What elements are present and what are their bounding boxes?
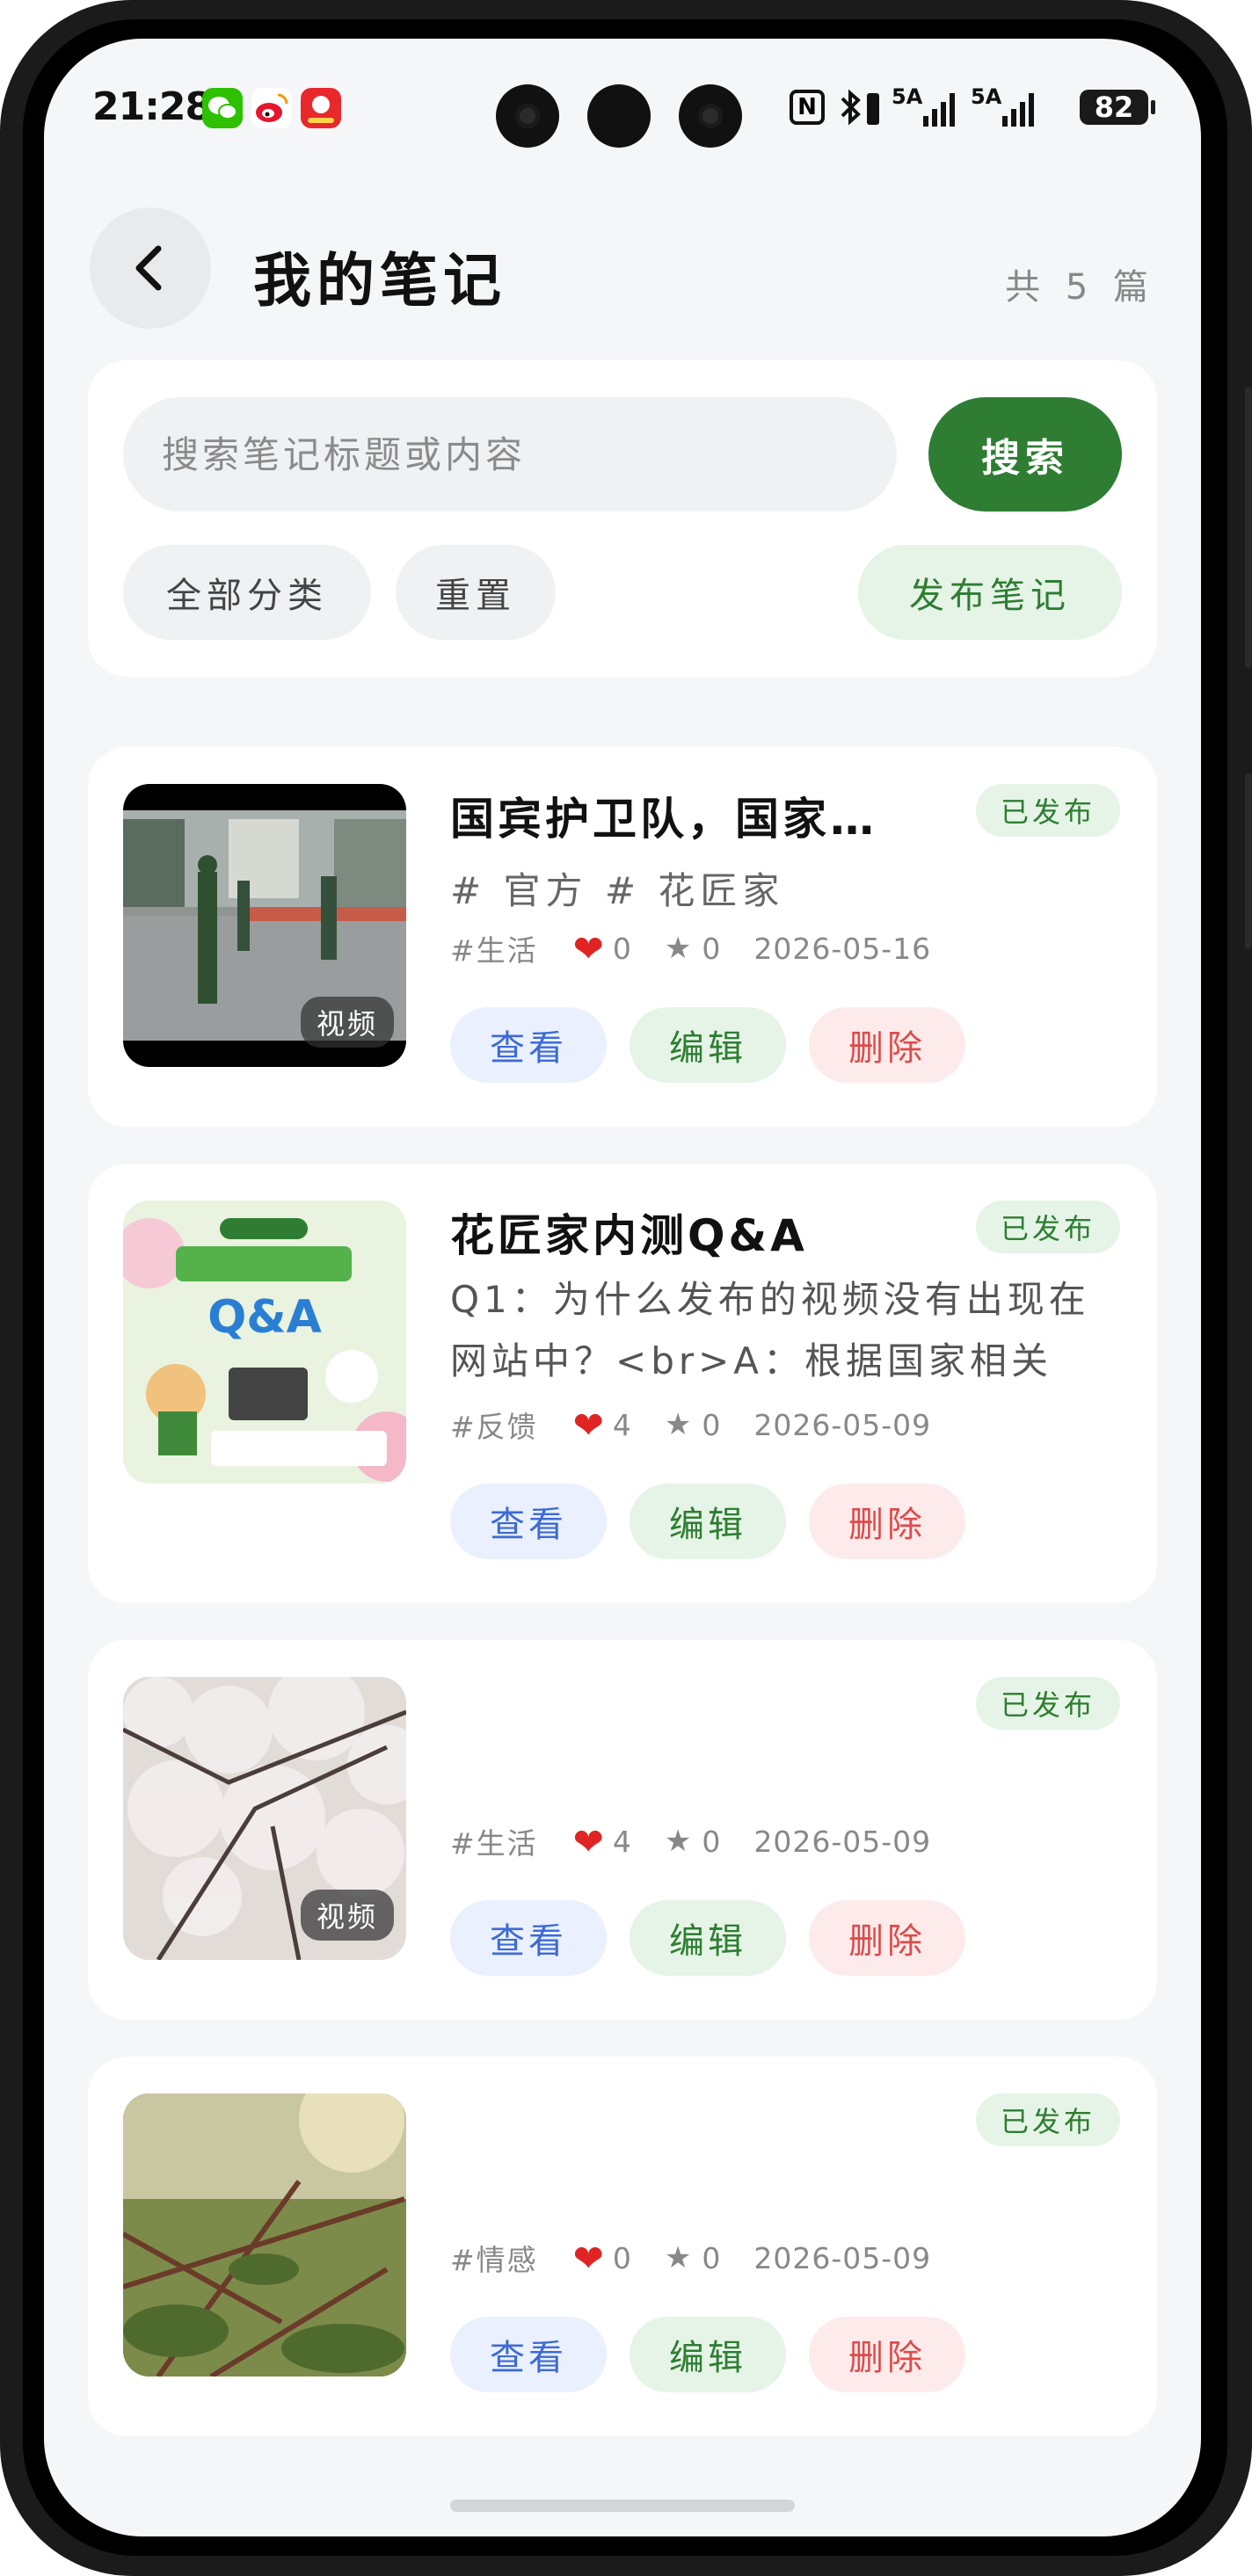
note-tags: # 官方 # 花匠家 bbox=[450, 869, 785, 912]
like-count: 0 bbox=[612, 931, 631, 966]
search-card: 搜索 全部分类 重置 发布笔记 bbox=[88, 360, 1157, 677]
note-meta: #生活 ❤ 4 ★ 0 2026-05-09 bbox=[450, 1819, 931, 1863]
delete-button[interactable]: 删除 bbox=[809, 2317, 965, 2392]
view-button[interactable]: 查看 bbox=[450, 1900, 607, 1976]
chevron-left-icon bbox=[135, 245, 162, 291]
front-camera-center bbox=[587, 84, 651, 148]
edit-button[interactable]: 编辑 bbox=[630, 2317, 786, 2392]
note-meta: #反馈 ❤ 4 ★ 0 2026-05-09 bbox=[450, 1403, 931, 1447]
nfc-icon: N bbox=[790, 90, 825, 125]
volume-button bbox=[1245, 387, 1252, 668]
note-thumbnail[interactable] bbox=[123, 2093, 406, 2376]
battery-saver-icon bbox=[867, 93, 879, 125]
edit-button[interactable]: 编辑 bbox=[630, 1007, 786, 1083]
screen: 21:28 N 5A 5A 82 我的笔记 共 5 篇 搜索笔记标题或内容 搜索… bbox=[44, 39, 1201, 2536]
note-thumbnail[interactable]: Q&A bbox=[123, 1201, 406, 1484]
view-button[interactable]: 查看 bbox=[450, 1484, 607, 1559]
note-date: 2026-05-09 bbox=[753, 2240, 932, 2275]
note-category: #情感 bbox=[450, 2243, 538, 2277]
favorite-count: 0 bbox=[702, 2240, 721, 2275]
favorite-count: 0 bbox=[702, 1407, 721, 1442]
note-meta: #生活 ❤ 0 ★ 0 2026-05-16 bbox=[450, 926, 931, 970]
front-camera-left bbox=[496, 84, 559, 148]
reset-button[interactable]: 重置 bbox=[396, 545, 556, 640]
video-badge: 视频 bbox=[300, 997, 394, 1048]
delete-button[interactable]: 删除 bbox=[809, 1007, 965, 1083]
note-thumbnail[interactable]: 视频 bbox=[123, 784, 406, 1067]
note-date: 2026-05-09 bbox=[753, 1824, 932, 1859]
heart-icon: ❤ bbox=[572, 926, 604, 970]
weibo-icon bbox=[251, 88, 292, 128]
home-indicator[interactable] bbox=[450, 2500, 795, 2512]
star-icon: ★ bbox=[664, 931, 692, 966]
note-count: 共 5 篇 bbox=[1005, 267, 1155, 308]
status-badge: 已发布 bbox=[975, 1677, 1120, 1730]
status-time: 21:28 bbox=[92, 84, 212, 129]
heart-icon: ❤ bbox=[572, 1403, 604, 1447]
network-type-1: 5A bbox=[892, 84, 923, 109]
note-thumbnail[interactable]: 视频 bbox=[123, 1677, 406, 1960]
signal-icon-2 bbox=[1002, 91, 1041, 130]
note-date: 2026-05-16 bbox=[753, 931, 932, 966]
front-camera-right bbox=[679, 84, 742, 148]
note-category: #生活 bbox=[450, 933, 538, 968]
wechat-icon bbox=[202, 88, 243, 128]
note-description: Q1：为什么发布的视频没有出现在网站中？<br>A：根据国家相关法… bbox=[450, 1278, 1090, 1382]
star-icon: ★ bbox=[664, 1824, 692, 1859]
note-title[interactable]: 花匠家内测Q&A bbox=[450, 1201, 960, 1264]
note-date: 2026-05-09 bbox=[753, 1407, 932, 1442]
star-icon: ★ bbox=[664, 2240, 692, 2275]
page-title: 我的笔记 bbox=[253, 247, 506, 315]
bluetooth-icon bbox=[837, 88, 863, 130]
search-input[interactable] bbox=[123, 397, 897, 512]
favorite-count: 0 bbox=[702, 931, 721, 966]
note-card[interactable]: 视频 国宾护卫队，国家… 已发布 # 官方 # 花匠家 #生活 ❤ 0 ★ 0 … bbox=[88, 747, 1157, 1127]
app-notification-icon bbox=[301, 88, 341, 128]
delete-button[interactable]: 删除 bbox=[809, 1900, 965, 1976]
status-badge: 已发布 bbox=[975, 2093, 1120, 2146]
note-card[interactable]: 视频 已发布 #生活 ❤ 4 ★ 0 2026-05-09 查看 编辑 删除 bbox=[88, 1640, 1157, 2020]
status-badge: 已发布 bbox=[975, 1201, 1120, 1253]
category-filter[interactable]: 全部分类 bbox=[123, 545, 371, 640]
note-title[interactable]: 国宾护卫队，国家… bbox=[450, 784, 960, 847]
favorite-count: 0 bbox=[702, 1824, 721, 1859]
status-bar: 21:28 N 5A 5A 82 bbox=[44, 39, 1201, 188]
note-meta: #情感 ❤ 0 ★ 0 2026-05-09 bbox=[450, 2236, 931, 2280]
power-button bbox=[1245, 773, 1252, 949]
like-count: 0 bbox=[612, 2240, 631, 2275]
heart-icon: ❤ bbox=[572, 2236, 604, 2280]
signal-icon-1 bbox=[923, 91, 962, 130]
svg-text:Q&A: Q&A bbox=[207, 1291, 322, 1344]
edit-button[interactable]: 编辑 bbox=[630, 1900, 786, 1976]
search-button[interactable]: 搜索 bbox=[928, 397, 1122, 512]
note-card[interactable]: Q&A 花匠家内测Q&A 已发布 Q1：为什么发布的视频没有出现在网站中？<br… bbox=[88, 1164, 1157, 1603]
note-card[interactable]: 已发布 #情感 ❤ 0 ★ 0 2026-05-09 查看 编辑 删除 bbox=[88, 2057, 1157, 2436]
back-button[interactable] bbox=[90, 207, 211, 329]
network-type-2: 5A bbox=[971, 84, 1002, 109]
publish-note-button[interactable]: 发布笔记 bbox=[858, 545, 1122, 640]
star-icon: ★ bbox=[664, 1407, 692, 1442]
note-category: #反馈 bbox=[450, 1410, 538, 1444]
like-count: 4 bbox=[612, 1407, 631, 1442]
view-button[interactable]: 查看 bbox=[450, 1007, 607, 1083]
battery-indicator: 82 bbox=[1080, 90, 1155, 125]
video-badge: 视频 bbox=[300, 1890, 394, 1941]
delete-button[interactable]: 删除 bbox=[809, 1484, 965, 1559]
status-badge: 已发布 bbox=[975, 784, 1120, 837]
like-count: 4 bbox=[612, 1824, 631, 1859]
edit-button[interactable]: 编辑 bbox=[630, 1484, 786, 1559]
heart-icon: ❤ bbox=[572, 1819, 604, 1863]
view-button[interactable]: 查看 bbox=[450, 2317, 607, 2392]
note-category: #生活 bbox=[450, 1826, 538, 1861]
